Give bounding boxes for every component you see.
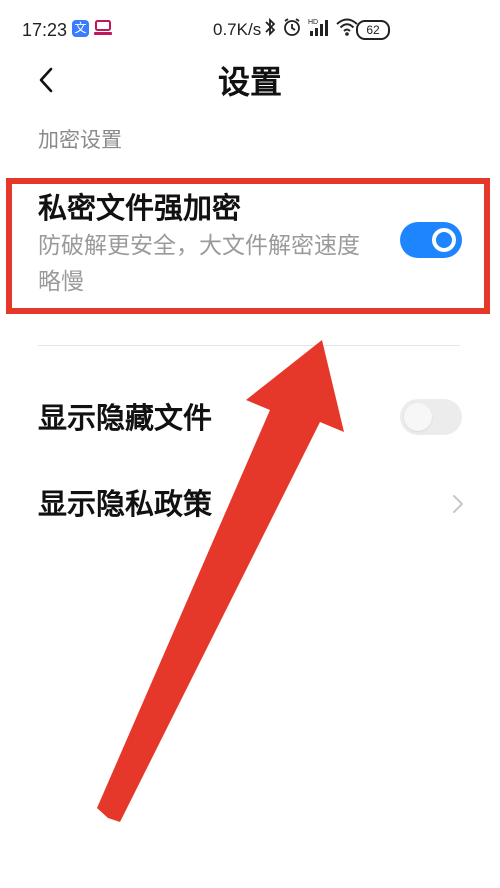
page-title: 设置 bbox=[217, 63, 282, 101]
settings-page: 17:23 文 0.7K/s HD 62 设置 加密设置 私密文件强加密 防破解… bbox=[0, 0, 500, 888]
bluetooth-icon bbox=[264, 17, 276, 42]
annotation-highlight-box bbox=[6, 178, 490, 314]
status-bar: 17:23 文 0.7K/s HD 62 bbox=[0, 0, 500, 58]
wifi-icon bbox=[336, 17, 358, 42]
divider bbox=[38, 345, 460, 346]
svg-text:HD: HD bbox=[308, 19, 318, 26]
battery-indicator: 62 bbox=[356, 20, 390, 40]
hd-signal-icon: HD bbox=[308, 17, 330, 42]
app-notification-icon: 文 bbox=[72, 20, 89, 37]
chevron-left-icon bbox=[38, 67, 54, 97]
back-button[interactable] bbox=[26, 60, 66, 104]
setting-title-privacy-policy: 显示隐私政策 bbox=[38, 487, 213, 521]
status-time: 17:23 bbox=[22, 20, 68, 40]
section-header-encryption: 加密设置 bbox=[38, 128, 122, 152]
status-icons: HD bbox=[264, 17, 358, 41]
toggle-knob bbox=[404, 403, 432, 431]
laptop-app-icon bbox=[94, 20, 112, 36]
setting-title-show-hidden-files: 显示隐藏文件 bbox=[38, 401, 213, 435]
show-hidden-files-toggle[interactable] bbox=[400, 399, 462, 435]
alarm-icon bbox=[282, 17, 302, 42]
chevron-right-icon bbox=[449, 490, 469, 518]
network-speed: 0.7K/s bbox=[213, 20, 262, 39]
